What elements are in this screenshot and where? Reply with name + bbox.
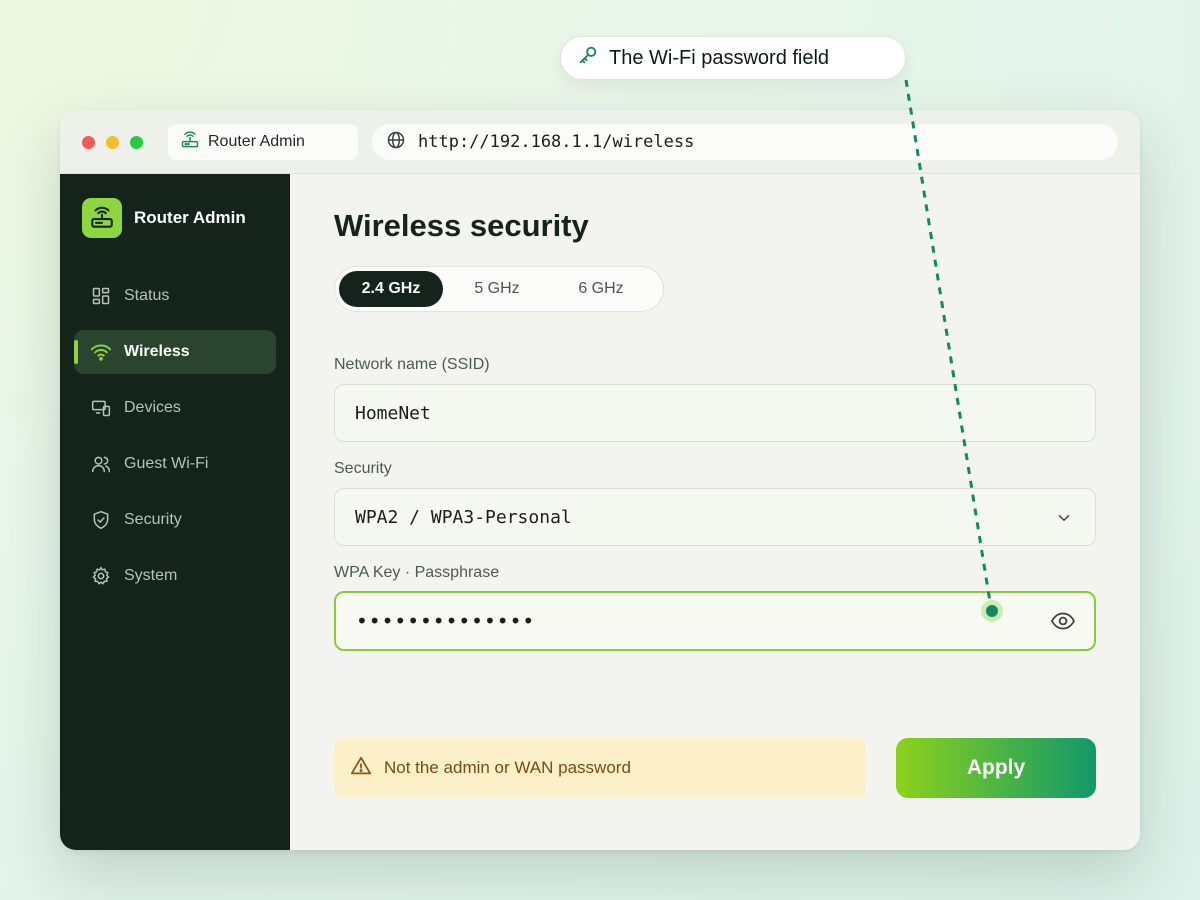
warning-icon: [350, 755, 372, 782]
devices-icon: [90, 397, 112, 419]
passphrase-value: ••••••••••••••: [356, 609, 536, 633]
globe-icon: [386, 130, 406, 155]
gear-icon: [90, 565, 112, 587]
sidebar-item-wireless[interactable]: Wireless: [74, 330, 276, 374]
grid-icon: [90, 285, 112, 307]
tab-title: Router Admin: [208, 133, 305, 150]
brand: Router Admin: [82, 198, 246, 238]
ssid-field[interactable]: HomeNet: [334, 384, 1096, 442]
ssid-label: Network name (SSID): [334, 356, 490, 373]
sidebar-item-devices[interactable]: Devices: [74, 386, 276, 430]
main-content: Wireless security 2.4 GHz 5 GHz 6 GHz Ne…: [290, 174, 1140, 850]
band-tab-6ghz[interactable]: 6 GHz: [549, 271, 653, 307]
warning-banner: Not the admin or WAN password: [334, 738, 866, 798]
minimize-window-button[interactable]: [106, 136, 119, 149]
users-icon: [90, 453, 112, 475]
band-tab-5ghz[interactable]: 5 GHz: [445, 271, 549, 307]
address-bar[interactable]: http://192.168.1.1/wireless: [372, 124, 1118, 160]
url-text: http://192.168.1.1/wireless: [418, 132, 695, 152]
key-icon: [577, 44, 599, 72]
warning-text: Not the admin or WAN password: [384, 758, 631, 777]
security-label: Security: [334, 460, 392, 477]
sidebar-item-status[interactable]: Status: [74, 274, 276, 318]
sidebar-item-label: Security: [124, 511, 182, 528]
band-selector: 2.4 GHz 5 GHz 6 GHz: [334, 266, 664, 312]
apply-button[interactable]: Apply: [896, 738, 1096, 798]
maximize-window-button[interactable]: [130, 136, 143, 149]
router-icon: [180, 130, 200, 155]
sidebar-item-system[interactable]: System: [74, 554, 276, 598]
passphrase-label: WPA Key · Passphrase: [334, 564, 500, 581]
page-title: Wireless security: [334, 208, 589, 243]
chevron-down-icon: [1055, 509, 1073, 532]
sidebar-item-security[interactable]: Security: [74, 498, 276, 542]
passphrase-field[interactable]: ••••••••••••••: [334, 591, 1096, 651]
callout-text: The Wi-Fi password field: [609, 46, 830, 69]
sidebar: Router Admin Status Wireless Devices Gue…: [60, 174, 290, 850]
title-bar: Router Admin http://192.168.1.1/wireless: [60, 110, 1140, 174]
sidebar-item-guest-wifi[interactable]: Guest Wi-Fi: [74, 442, 276, 486]
wifi-icon: [90, 341, 112, 363]
eye-icon[interactable]: [1050, 609, 1076, 638]
router-logo-icon: [82, 198, 122, 238]
sidebar-item-label: Devices: [124, 399, 181, 416]
sidebar-item-label: Guest Wi-Fi: [124, 455, 209, 472]
close-window-button[interactable]: [82, 136, 95, 149]
band-tab-2-4ghz[interactable]: 2.4 GHz: [339, 271, 443, 307]
browser-tab[interactable]: Router Admin: [168, 124, 358, 160]
security-select[interactable]: WPA2 / WPA3-Personal: [334, 488, 1096, 546]
annotation-callout: The Wi-Fi password field: [560, 36, 906, 80]
ssid-value: HomeNet: [355, 402, 431, 424]
brand-name: Router Admin: [134, 208, 246, 227]
browser-window: Router Admin http://192.168.1.1/wireless: [60, 110, 1140, 850]
sidebar-item-label: Status: [124, 287, 170, 304]
security-value: WPA2 / WPA3-Personal: [355, 506, 572, 528]
sidebar-item-label: Wireless: [124, 343, 190, 360]
sidebar-item-label: System: [124, 567, 178, 584]
shield-icon: [90, 509, 112, 531]
